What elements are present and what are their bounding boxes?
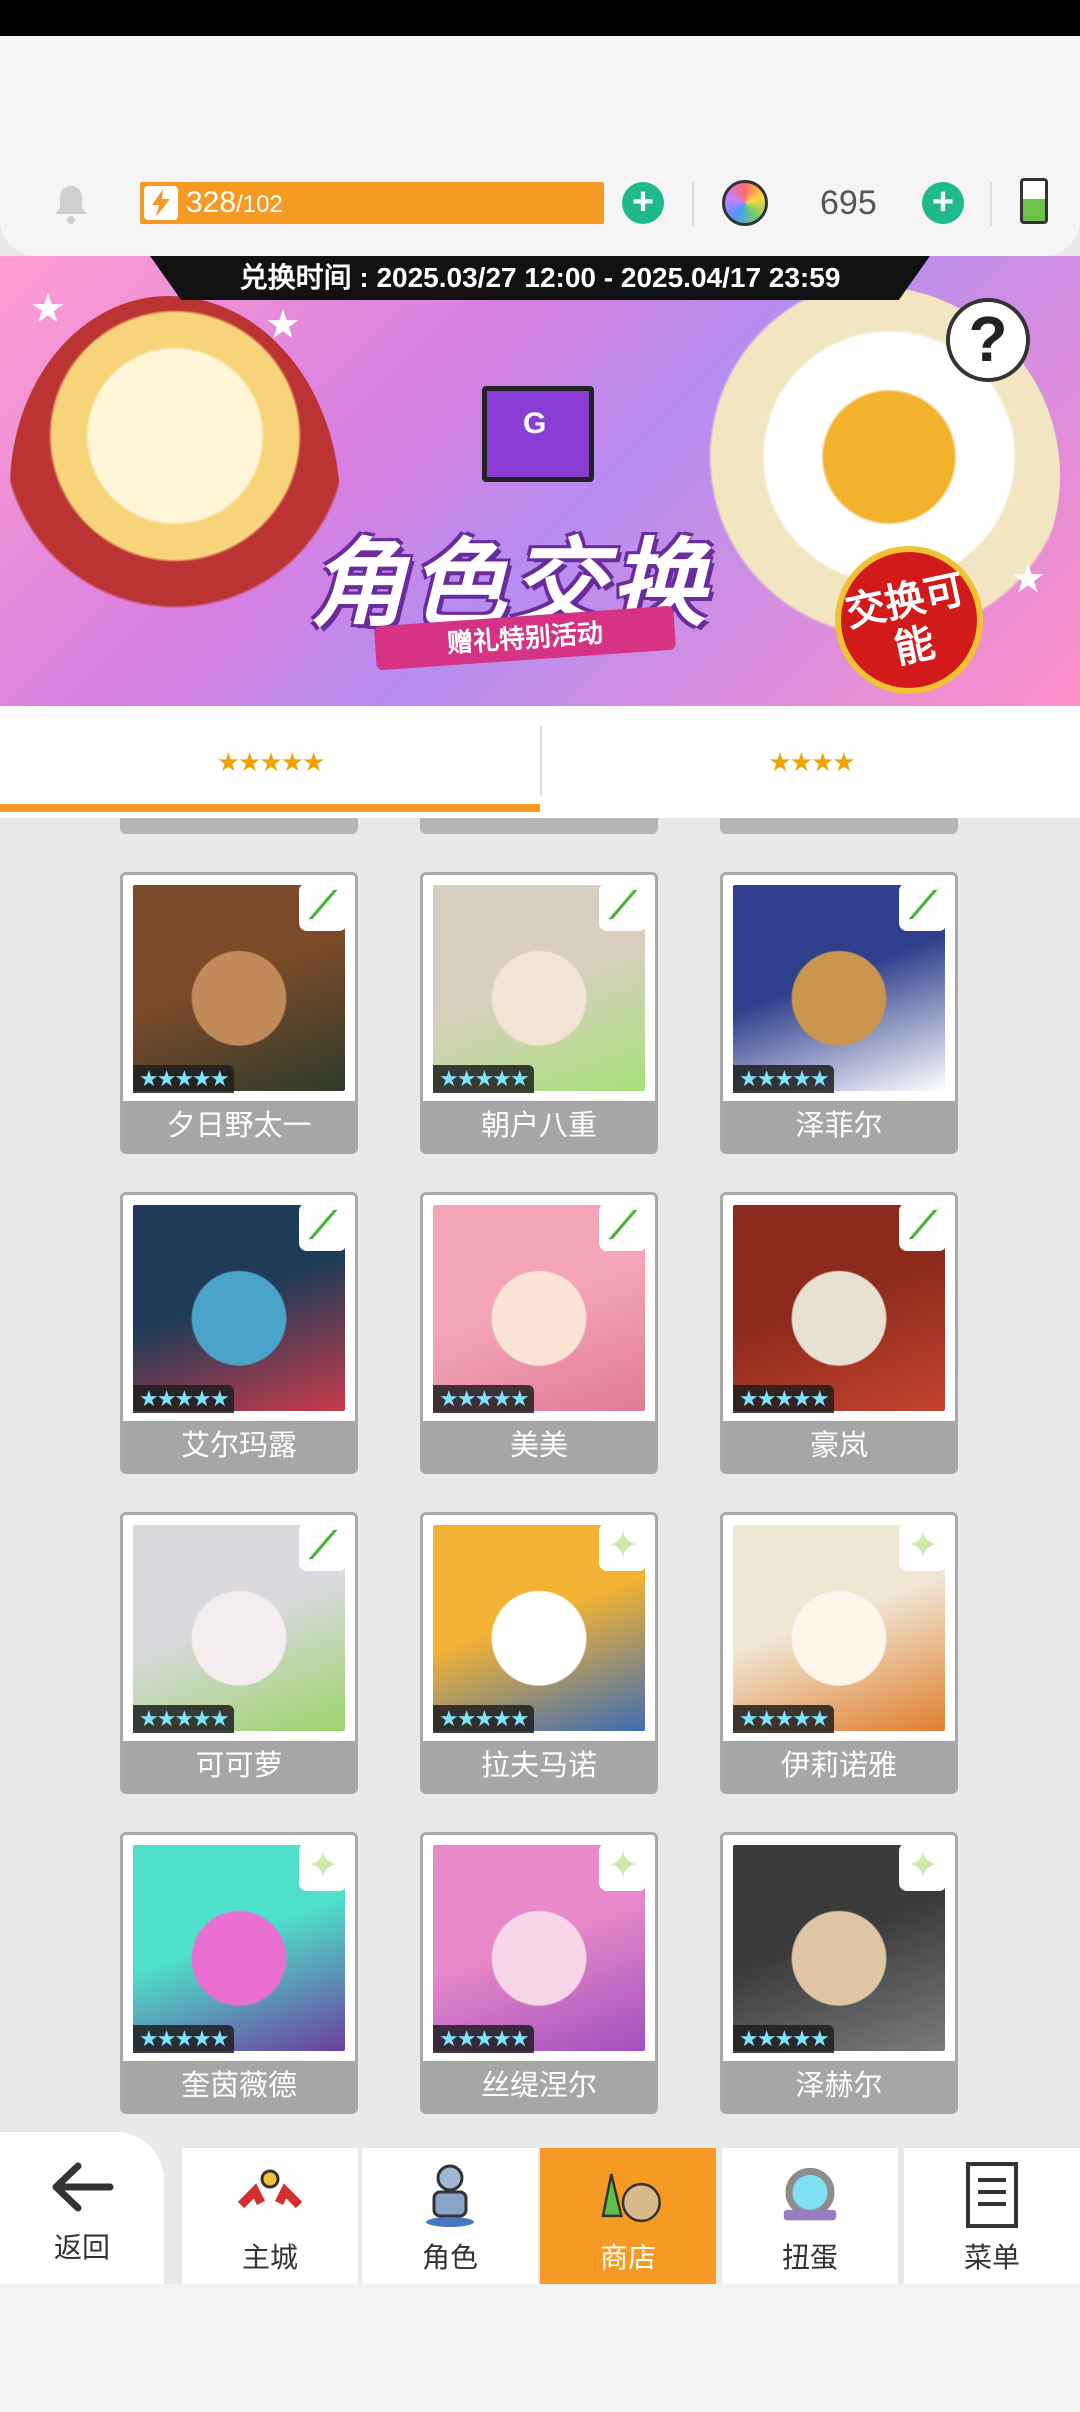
element-leaf-icon: ⟋ <box>299 883 347 931</box>
nav-item-shop[interactable]: 商店 <box>540 2148 716 2284</box>
rarity-stars: ★★★★★ <box>433 2025 534 2053</box>
divider <box>990 182 992 226</box>
character-name: 艾尔玛露 <box>123 1421 355 1471</box>
divider <box>692 182 694 226</box>
lightning-icon <box>144 186 178 220</box>
castle-icon <box>235 2160 305 2230</box>
star-icon: ★ <box>265 303 301 347</box>
bell-icon[interactable] <box>50 182 92 226</box>
character-name: 丝缇涅尔 <box>423 2061 655 2111</box>
character-card[interactable]: ⟋ ★★★★★ 豪岚 <box>720 1192 958 1474</box>
banner-character-left <box>10 296 340 696</box>
tab-4-star[interactable]: ★★★★ <box>541 706 1080 818</box>
element-leaf-icon: ⟋ <box>299 1203 347 1251</box>
element-leaf-icon: ⟋ <box>599 1203 647 1251</box>
partial-card <box>120 818 358 834</box>
character-card[interactable]: ⟋ ★★★★★ 可可萝 <box>120 1512 358 1794</box>
character-icon <box>415 2160 485 2230</box>
rarity-tabs: ★★★★★ ★★★★ <box>0 706 1080 818</box>
resource-bar: 328/102 + 695 + <box>0 170 1080 240</box>
character-name: 泽菲尔 <box>723 1101 955 1151</box>
element-leaf-icon: ⟋ <box>899 883 947 931</box>
rarity-stars: ★★★★★ <box>733 2025 834 2053</box>
element-leaf-icon: ✦ <box>599 1523 647 1571</box>
character-grid: ⟋ ★★★★★ 夕日野太一 ⟋ ★★★★★ 朝户八重 ⟋ ★★★★★ 泽菲尔 ⟋ ★★★★★ 艾尔玛露… <box>0 818 1080 2138</box>
rarity-stars: ★★★★★ <box>133 1385 234 1413</box>
rarity-stars: ★★★★★ <box>733 1065 834 1093</box>
nav-item-home[interactable]: 主城 <box>182 2148 358 2284</box>
nav-label: 商店 <box>599 2242 656 2273</box>
character-card[interactable]: ⟋ ★★★★★ 美美 <box>420 1192 658 1474</box>
element-leaf-icon: ✦ <box>599 1843 647 1891</box>
gem-count: 695 <box>820 184 877 222</box>
character-name: 朝户八重 <box>423 1101 655 1151</box>
character-name: 泽赫尔 <box>723 2061 955 2111</box>
character-card[interactable]: ⟋ ★★★★★ 朝户八重 <box>420 872 658 1154</box>
exchange-period: 兑换时间 : 2025.03/27 12:00 - 2025.04/17 23:… <box>150 256 930 300</box>
character-card[interactable]: ⟋ ★★★★★ 夕日野太一 <box>120 872 358 1154</box>
partial-card <box>720 818 958 834</box>
add-stamina-button[interactable]: + <box>622 182 664 224</box>
nav-label: 主城 <box>241 2242 298 2273</box>
rarity-stars: ★★★★★ <box>433 1385 534 1413</box>
gacha-icon <box>775 2160 845 2230</box>
character-name: 美美 <box>423 1421 655 1471</box>
rarity-stars: ★★★★★ <box>133 1705 234 1733</box>
character-card[interactable]: ✦ ★★★★★ 伊莉诺雅 <box>720 1512 958 1794</box>
rarity-stars: ★★★★★ <box>433 1065 534 1093</box>
star-icon: ★ <box>30 287 66 331</box>
active-tab-indicator <box>0 804 540 812</box>
character-name: 拉夫马诺 <box>423 1741 655 1791</box>
stamina-value: 328/102 <box>186 186 283 219</box>
rarity-stars: ★★★★★ <box>133 1065 234 1093</box>
menu-icon <box>957 2160 1027 2230</box>
nav-item-gacha[interactable]: 扭蛋 <box>722 2148 898 2284</box>
back-label: 返回 <box>53 2232 110 2263</box>
character-card[interactable]: ⟋ ★★★★★ 泽菲尔 <box>720 872 958 1154</box>
rarity-stars: ★★★★★ <box>733 1705 834 1733</box>
stamina-bar: 328/102 <box>140 182 604 224</box>
tab-5-star[interactable]: ★★★★★ <box>0 706 540 818</box>
partial-card <box>420 818 658 834</box>
nav-item-character[interactable]: 角色 <box>362 2148 538 2284</box>
character-name: 夕日野太一 <box>123 1101 355 1151</box>
element-leaf-icon: ⟋ <box>899 1203 947 1251</box>
element-leaf-icon: ✦ <box>899 1843 947 1891</box>
gem-icon <box>722 180 768 226</box>
character-name: 伊莉诺雅 <box>723 1741 955 1791</box>
shop-icon <box>593 2160 663 2230</box>
star-icon: ★ <box>1010 557 1046 601</box>
status-bar <box>0 0 1080 36</box>
character-card[interactable]: ✦ ★★★★★ 奎茵薇德 <box>120 1832 358 2114</box>
element-leaf-icon: ⟋ <box>599 883 647 931</box>
character-name: 奎茵薇德 <box>123 2061 355 2111</box>
event-banner[interactable]: ★ ★ ★ 兑换时间 : 2025.03/27 12:00 - 2025.04/… <box>0 256 1080 706</box>
back-button[interactable]: 返回 <box>0 2132 164 2284</box>
element-leaf-icon: ✦ <box>899 1523 947 1571</box>
character-card[interactable]: ⟋ ★★★★★ 艾尔玛露 <box>120 1192 358 1474</box>
add-gems-button[interactable]: + <box>922 182 964 224</box>
back-arrow-icon <box>52 2162 114 2212</box>
nav-label: 扭蛋 <box>781 2242 838 2273</box>
help-button[interactable]: ? <box>946 298 1030 382</box>
rarity-stars: ★★★★★ <box>733 1385 834 1413</box>
character-card[interactable]: ✦ ★★★★★ 拉夫马诺 <box>420 1512 658 1794</box>
element-leaf-icon: ⟋ <box>299 1523 347 1571</box>
rarity-stars: ★★★★★ <box>133 2025 234 2053</box>
character-name: 豪岚 <box>723 1421 955 1471</box>
system-nav-area <box>0 2284 1080 2412</box>
character-name: 可可萝 <box>123 1741 355 1791</box>
rarity-stars: ★★★★★ <box>433 1705 534 1733</box>
nav-label: 菜单 <box>963 2242 1020 2273</box>
element-leaf-icon: ✦ <box>299 1843 347 1891</box>
envelope-icon <box>482 386 594 482</box>
character-card[interactable]: ✦ ★★★★★ 丝缇涅尔 <box>420 1832 658 2114</box>
character-card[interactable]: ✦ ★★★★★ 泽赫尔 <box>720 1832 958 2114</box>
nav-label: 角色 <box>421 2242 478 2273</box>
battery-icon <box>1020 178 1048 224</box>
nav-item-menu[interactable]: 菜单 <box>904 2148 1080 2284</box>
